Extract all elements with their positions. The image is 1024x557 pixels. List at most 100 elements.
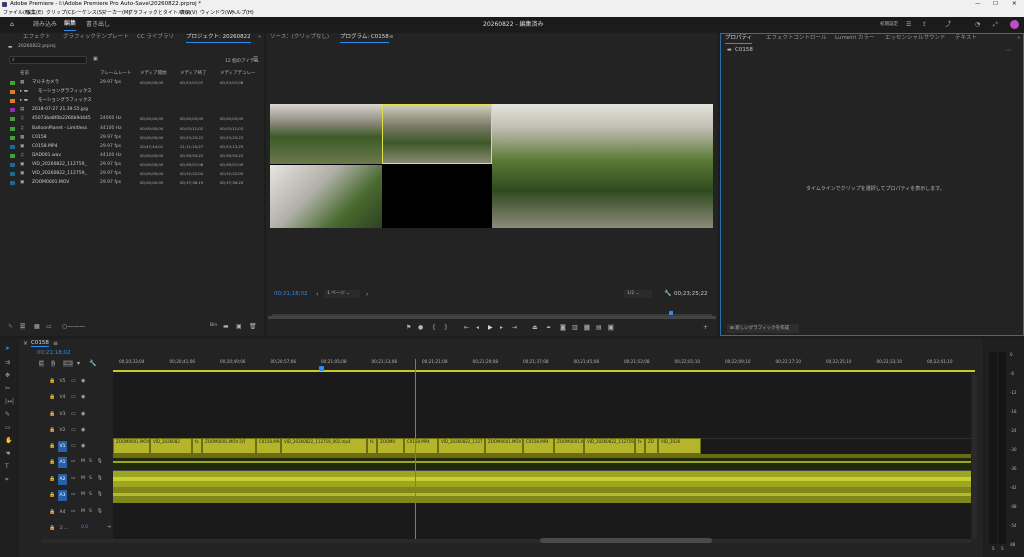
label-color-swatch[interactable] bbox=[10, 99, 15, 104]
v1-clip[interactable]: VID_20260822_1127 bbox=[438, 438, 485, 454]
step-forward-icon[interactable]: ▸ bbox=[500, 324, 503, 331]
tab-project[interactable]: プロジェクト: 20260822 bbox=[186, 33, 251, 43]
a1-clip-row[interactable] bbox=[113, 454, 971, 470]
maximize-icon[interactable]: ☐ bbox=[993, 0, 998, 9]
track-target-toggle[interactable]: A2 bbox=[58, 473, 67, 485]
timeline-hscroll-thumb[interactable] bbox=[540, 538, 712, 543]
lock-icon[interactable]: 🔒 bbox=[49, 492, 55, 498]
project-search-input[interactable]: ⌕ bbox=[9, 56, 87, 64]
mark-in-bracket-icon[interactable]: { bbox=[432, 324, 436, 331]
menu-sequence[interactable]: シーケンス(S) bbox=[72, 9, 104, 17]
slip-tool-icon[interactable]: |↔| bbox=[5, 398, 14, 405]
tab-export[interactable]: 書き出し bbox=[86, 17, 110, 32]
lift-icon[interactable]: ⏏ bbox=[532, 324, 538, 331]
sync-lock-icon[interactable]: ▭ bbox=[71, 411, 76, 417]
go-to-end-icon[interactable]: ⇥ bbox=[107, 525, 111, 530]
mix-volume-value[interactable]: 0.0 bbox=[81, 525, 88, 530]
project-item[interactable]: ▣ VID_20260822_112759_ 29.97 fps 00;00;00;0… bbox=[0, 170, 264, 178]
sync-lock-icon[interactable]: ▭ bbox=[71, 427, 76, 433]
v1-clip[interactable]: VID_20260822_112759_002.mp4 bbox=[281, 438, 367, 454]
add-marker-icon[interactable]: ⚑ bbox=[406, 324, 411, 331]
mic-icon[interactable]: 🎙 bbox=[97, 509, 103, 514]
time-ruler[interactable]: 00;20;33;04 00;20;41;06 00;20;49;06 00;20;5… bbox=[113, 359, 975, 369]
label-color-swatch[interactable] bbox=[10, 108, 15, 113]
v1-clip[interactable]: ZOOM0 bbox=[377, 438, 404, 454]
tab-effect-controls[interactable]: エフェクトコントロール bbox=[766, 34, 827, 43]
v1-clip[interactable]: ZOOM0001.MOV bbox=[554, 438, 584, 454]
program-video-frame[interactable] bbox=[270, 104, 713, 228]
tab-effects[interactable]: エフェクト bbox=[23, 33, 51, 42]
v1-clip[interactable]: ZOOM0001.MOV [V] bbox=[113, 438, 150, 454]
mark-out-bracket-icon[interactable]: } bbox=[444, 324, 448, 331]
snap-icon[interactable]: ∩ bbox=[51, 360, 56, 367]
a3-clip[interactable] bbox=[113, 487, 971, 503]
v1-clip[interactable]: ZOOM0001.MOV bbox=[485, 438, 523, 454]
mute-icon[interactable]: M bbox=[81, 476, 85, 481]
label-color-swatch[interactable] bbox=[10, 135, 15, 140]
sync-lock-icon[interactable]: ▭ bbox=[71, 459, 75, 464]
tab-essential-sound[interactable]: エッセンシャルサウンド bbox=[885, 34, 946, 43]
new-item-icon[interactable]: ▣ bbox=[236, 323, 242, 330]
project-item[interactable]: ▸ ▬ モーショングラフィックス bbox=[0, 97, 264, 105]
v1-clip[interactable]: C0158.MP4 bbox=[523, 438, 554, 454]
type-tool-icon[interactable]: T bbox=[5, 463, 9, 470]
project-item[interactable]: ▤ 2018-07-27 21.39.55.jpg bbox=[0, 106, 264, 114]
a2-clip[interactable] bbox=[113, 471, 971, 487]
workspace-menu-icon[interactable]: ☰ bbox=[906, 17, 911, 32]
v1-clip[interactable]: fx bbox=[192, 438, 202, 454]
tab-source[interactable]: ソース：(クリップなし) bbox=[270, 33, 329, 42]
multicam-angle-2-active[interactable] bbox=[382, 104, 492, 164]
multicam-toggle-icon[interactable]: ▦ bbox=[584, 324, 590, 331]
go-to-in-icon[interactable]: ⇤ bbox=[464, 324, 469, 331]
workspace-label[interactable]: 初期設定 bbox=[880, 17, 898, 32]
new-bin-from-search-icon[interactable]: ▣ bbox=[93, 56, 98, 62]
project-item[interactable]: ▣ ZOOM0001.MOV 29.97 fps 00;00;00;00 00;37;3… bbox=[0, 179, 264, 187]
extract-icon[interactable]: ⏶ bbox=[546, 324, 551, 332]
fit-arrow-right-icon[interactable]: › bbox=[366, 291, 368, 298]
tab-graphic-templates[interactable]: グラフィックテンプレート bbox=[63, 33, 129, 42]
track-target-toggle[interactable]: V5 bbox=[58, 376, 67, 387]
quick-export-icon[interactable]: ⤴ bbox=[945, 17, 951, 32]
tab-edit[interactable]: 編集 bbox=[64, 17, 77, 31]
avatar[interactable] bbox=[1010, 20, 1019, 29]
lock-icon[interactable]: 🔒 bbox=[49, 394, 55, 400]
lock-icon[interactable]: 🔒 bbox=[49, 459, 55, 465]
sync-lock-icon[interactable]: ▭ bbox=[71, 476, 75, 481]
track-target-toggle[interactable]: V4 bbox=[58, 392, 67, 403]
multicam-angle-4-empty[interactable] bbox=[382, 165, 492, 228]
col-name[interactable]: 名前 bbox=[20, 70, 29, 78]
sync-lock-icon[interactable]: ▭ bbox=[71, 509, 75, 514]
progress-icon[interactable]: ◔ bbox=[975, 17, 980, 32]
label-color-swatch[interactable] bbox=[10, 90, 15, 95]
razor-tool-icon[interactable]: ✂ bbox=[5, 385, 10, 392]
label-color-swatch[interactable] bbox=[10, 181, 15, 186]
v1-clip[interactable]: fx bbox=[635, 438, 645, 454]
project-item[interactable]: ▸ ▬ モーショングラフィックス bbox=[0, 88, 264, 96]
add-marker-timeline-icon[interactable]: ▾ bbox=[77, 360, 80, 367]
menu-edit[interactable]: 編集(E) bbox=[26, 9, 43, 17]
menu-clip[interactable]: クリップ(C) bbox=[46, 9, 73, 17]
vr-toggle-icon[interactable]: ▣ bbox=[608, 324, 614, 331]
menu-view[interactable]: 表示(V) bbox=[180, 9, 197, 17]
mute-icon[interactable]: M bbox=[81, 492, 85, 497]
tab-properties[interactable]: プロパティ bbox=[725, 34, 753, 44]
zoom-fit-select[interactable]: 1 ページ ⌄ bbox=[324, 290, 360, 298]
multicam-angle-3[interactable] bbox=[270, 165, 382, 228]
v1-clip[interactable]: ZO bbox=[645, 438, 658, 454]
meter-solo-left[interactable]: S bbox=[992, 546, 995, 551]
label-color-swatch[interactable] bbox=[10, 153, 15, 158]
project-item[interactable]: ♫ BalloonPlanet - Limitless 44100 Hz 00;00;… bbox=[0, 125, 264, 133]
icon-view-icon[interactable]: ▦ bbox=[34, 323, 40, 330]
eye-icon[interactable]: ◉ bbox=[81, 443, 85, 449]
label-color-swatch[interactable] bbox=[10, 162, 15, 167]
properties-overflow-icon[interactable]: » bbox=[1017, 34, 1020, 43]
mic-icon[interactable]: 🎙 bbox=[97, 492, 103, 497]
rectangle-tool-icon[interactable]: ▭ bbox=[5, 424, 11, 431]
col-framerate[interactable]: フレームレート bbox=[100, 70, 131, 78]
menu-help[interactable]: ヘルプ(H) bbox=[231, 9, 254, 17]
col-media-duration[interactable]: メディアデュレー bbox=[220, 70, 256, 78]
multicam-angle-1[interactable] bbox=[270, 104, 382, 164]
menu-marker[interactable]: マーカー(M) bbox=[102, 9, 130, 17]
selection-tool-icon[interactable]: ➤ bbox=[5, 345, 10, 352]
lock-icon[interactable]: 🔒 bbox=[49, 411, 55, 417]
